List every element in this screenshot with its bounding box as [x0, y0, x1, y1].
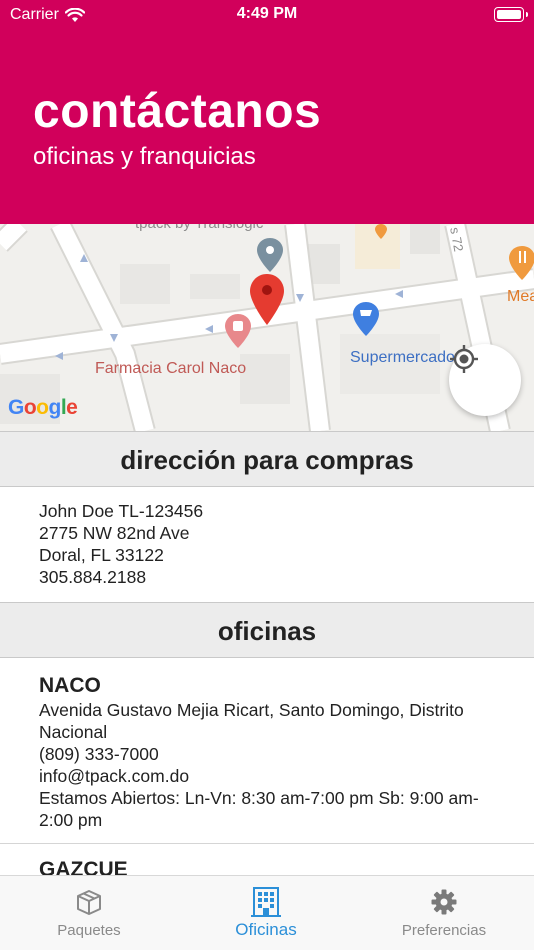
map-view[interactable]: tpack by Translogic s 72 Mea Farmacia Ca… [0, 224, 534, 431]
map-label-farmacia: Farmacia Carol Naco [95, 360, 247, 377]
office-address: Avenida Gustavo Mejia Ricart, Santo Domi… [39, 700, 464, 742]
crosshair-icon [450, 345, 478, 373]
office-item: NACO Avenida Gustavo Mejia Ricart, Santo… [39, 673, 509, 831]
tab-paquetes[interactable]: Paquetes [39, 876, 139, 950]
gear-icon [431, 889, 457, 915]
tab-label: Paquetes [57, 922, 121, 939]
shipping-address: John Doe TL-123456 2775 NW 82nd Ave Dora… [39, 500, 203, 588]
tab-preferencias[interactable]: Preferencias [389, 876, 499, 950]
tab-bar: Paquetes Oficinas Preferencias [0, 875, 534, 950]
google-logo: Google [8, 396, 78, 419]
section-header-compras: dirección para compras [0, 431, 534, 487]
address-line: Doral, FL 33122 [39, 545, 164, 565]
office-hours: Estamos Abiertos: Ln-Vn: 8:30 am-7:00 pm… [39, 788, 479, 830]
tab-label: Oficinas [235, 920, 297, 939]
office-phone[interactable]: (809) 333-7000 [39, 743, 509, 765]
battery-icon [494, 7, 528, 22]
map-streets [0, 224, 534, 431]
office-email[interactable]: info@tpack.com.do [39, 765, 509, 787]
map-label-tpack: tpack by Translogic [135, 224, 263, 232]
page-title: contáctanos [33, 85, 322, 138]
tab-oficinas[interactable]: Oficinas [216, 876, 316, 950]
map-label-restaurant: Mea [507, 288, 534, 305]
address-line: John Doe TL-123456 [39, 501, 204, 521]
clock: 4:49 PM [236, 5, 298, 22]
page-subtitle: oficinas y franquicias [33, 143, 256, 170]
header-banner: contáctanos oficinas y franquicias [0, 0, 534, 224]
address-phone[interactable]: 305.884.2188 [39, 566, 203, 588]
building-icon [251, 887, 281, 917]
tab-label: Preferencias [401, 922, 487, 939]
status-bar: Carrier 4:49 PM [0, 0, 534, 30]
package-icon [77, 890, 101, 915]
address-line: 2775 NW 82nd Ave [39, 523, 190, 543]
office-name: NACO [39, 674, 101, 697]
section-header-oficinas: oficinas [0, 602, 534, 658]
locate-button[interactable] [449, 344, 521, 416]
office-divider [0, 843, 534, 844]
